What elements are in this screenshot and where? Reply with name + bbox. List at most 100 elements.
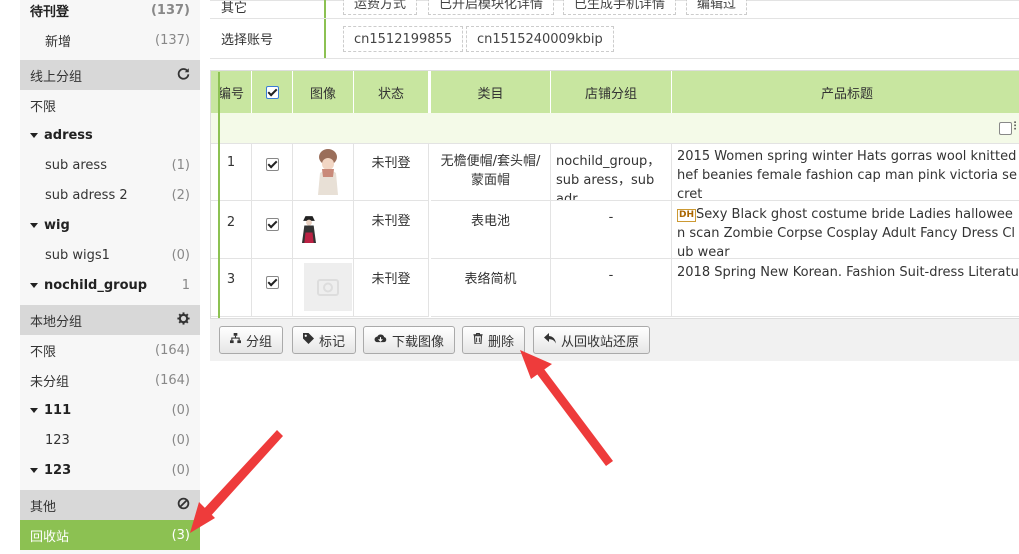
mark-button[interactable]: 标记 bbox=[292, 326, 357, 354]
row-checkbox-cell[interactable] bbox=[252, 259, 293, 317]
col-header-image: 图像 bbox=[293, 71, 354, 113]
col-header-category: 类目 bbox=[431, 71, 551, 113]
cell-image[interactable] bbox=[293, 259, 354, 317]
product-table: 编号 图像 状态 类目 店铺分组 产品标题 ⁝ 1 未刊登 无檐便帽/套头帽/蒙… bbox=[210, 70, 1019, 360]
sidebar-item-new[interactable]: 新增 (137) bbox=[20, 25, 200, 55]
sidebar-item-label: adress bbox=[44, 127, 93, 143]
section-title: 其他 bbox=[30, 499, 57, 515]
sidebar-item-ungrouped[interactable]: 未分组 (164) bbox=[20, 365, 200, 395]
sidebar-item-count: 1 bbox=[181, 277, 190, 293]
sidebar-item-to-list[interactable]: 待刊登 (137) bbox=[20, 0, 200, 25]
row-checkbox[interactable] bbox=[265, 158, 279, 171]
sidebar-item-local-unlimited[interactable]: 不限 (164) bbox=[20, 335, 200, 365]
sidebar-item-adress[interactable]: adress bbox=[20, 120, 200, 150]
account-tag[interactable]: cn1515240009kbip bbox=[466, 26, 614, 52]
filter-label: 选择账号 bbox=[210, 19, 326, 58]
restore-button[interactable]: 从回收站还原 bbox=[533, 326, 651, 354]
product-thumbnail[interactable] bbox=[304, 147, 352, 195]
table-filter-row: ⁝ bbox=[211, 113, 1019, 144]
filter-tag[interactable]: 编辑过 bbox=[686, 0, 748, 15]
trash-icon bbox=[473, 332, 483, 347]
image-placeholder-icon[interactable] bbox=[304, 263, 352, 311]
sidebar: 待刊登 (137) 新增 (137) 线上分组 不限 adress sub ar… bbox=[20, 0, 200, 554]
group-button[interactable]: 分组 bbox=[219, 326, 284, 354]
row-checkbox[interactable] bbox=[265, 276, 279, 289]
col-header-title: 产品标题 bbox=[672, 71, 1019, 113]
button-label: 分组 bbox=[246, 334, 273, 350]
filter-tag[interactable]: 运费方式 bbox=[343, 0, 418, 15]
sidebar-item-123-sub[interactable]: 123 (0) bbox=[20, 425, 200, 455]
filter-tag[interactable]: 已生成手机详情 bbox=[563, 0, 677, 15]
caret-down-icon[interactable] bbox=[30, 222, 38, 228]
sidebar-item-count: (1) bbox=[171, 157, 190, 173]
sidebar-item-recycle-bin[interactable]: 回收站 (3) bbox=[20, 520, 200, 550]
delete-button[interactable]: 删除 bbox=[462, 326, 526, 354]
sidebar-item-label: 123 bbox=[45, 432, 70, 448]
cell-shop-group: - bbox=[551, 259, 672, 317]
dh-badge: DH bbox=[677, 209, 697, 222]
button-label: 标记 bbox=[319, 334, 346, 350]
sidebar-item-label: sub adress 2 bbox=[45, 187, 128, 203]
sidebar-item-nochild-group[interactable]: nochild_group 1 bbox=[20, 270, 200, 300]
cell-status: 未刊登 bbox=[354, 259, 429, 317]
filter-row-account: 选择账号 cn1512199855 cn1515240009kbip bbox=[210, 19, 1019, 59]
sidebar-item-label: sub aress bbox=[45, 157, 107, 173]
download-images-button[interactable]: 下载图像 bbox=[363, 326, 456, 354]
cell-category: 表电池 bbox=[431, 201, 551, 259]
sidebar-item-label: 不限 bbox=[30, 99, 57, 115]
column-divider bbox=[218, 72, 220, 318]
sidebar-item-wig[interactable]: wig bbox=[20, 210, 200, 240]
sidebar-item-sub-adress-2[interactable]: sub adress 2 (2) bbox=[20, 180, 200, 210]
sidebar-item-label: 不限 bbox=[30, 344, 57, 360]
sidebar-item-label: 待刊登 bbox=[30, 4, 70, 20]
cell-image[interactable] bbox=[293, 201, 354, 259]
sidebar-item-label: 未分组 bbox=[30, 374, 70, 390]
annotation-arrow-recycle bbox=[190, 430, 283, 533]
title-text: Sexy Black ghost costume bride Ladies ha… bbox=[677, 207, 1016, 259]
sidebar-item-label: sub wigs1 bbox=[45, 247, 110, 263]
col-header-shop-group: 店铺分组 bbox=[551, 71, 672, 113]
caret-down-icon[interactable] bbox=[30, 132, 38, 138]
product-thumbnail[interactable] bbox=[295, 205, 323, 253]
cell-shop-group: nochild_group，sub aress，sub adr bbox=[551, 143, 672, 201]
local-groups-header: 本地分组 bbox=[20, 305, 200, 335]
caret-down-icon[interactable] bbox=[30, 282, 38, 288]
gear-icon[interactable] bbox=[177, 311, 200, 329]
sidebar-item-123[interactable]: 123 (0) bbox=[20, 455, 200, 485]
sidebar-item-count: (0) bbox=[171, 247, 190, 263]
sidebar-item-unlimited[interactable]: 不限 bbox=[20, 90, 200, 120]
cell-image[interactable] bbox=[293, 143, 354, 201]
sidebar-item-count: (0) bbox=[171, 432, 190, 448]
sidebar-item-label: 111 bbox=[44, 402, 72, 418]
refresh-icon[interactable] bbox=[177, 67, 200, 84]
section-title: 线上分组 bbox=[30, 69, 83, 85]
sidebar-item-count: (0) bbox=[171, 402, 190, 418]
row-checkbox-cell[interactable] bbox=[252, 201, 293, 259]
sidebar-item-count: (164) bbox=[155, 372, 190, 388]
row-checkbox[interactable] bbox=[265, 218, 279, 231]
ban-icon[interactable] bbox=[177, 497, 200, 514]
sidebar-item-111[interactable]: 111 (0) bbox=[20, 395, 200, 425]
button-label: 从回收站还原 bbox=[561, 334, 640, 350]
caret-down-icon[interactable] bbox=[30, 407, 38, 413]
filter-label: 其它 bbox=[210, 0, 326, 18]
cell-shop-group: - bbox=[551, 201, 672, 259]
sidebar-item-sub-wigs1[interactable]: sub wigs1 (0) bbox=[20, 240, 200, 270]
caret-down-icon[interactable] bbox=[30, 467, 38, 473]
sidebar-item-count: (3) bbox=[171, 527, 190, 543]
sidebar-item-sub-aress[interactable]: sub aress (1) bbox=[20, 150, 200, 180]
select-all-checkbox[interactable] bbox=[265, 85, 279, 99]
cell-title: 2015 Women spring winter Hats gorras woo… bbox=[672, 143, 1019, 201]
account-tag[interactable]: cn1512199855 bbox=[343, 26, 464, 52]
sidebar-item-label: wig bbox=[44, 217, 70, 233]
sidebar-item-label: 123 bbox=[44, 462, 72, 478]
filter-tag[interactable]: 已开启模块化详情 bbox=[428, 0, 555, 15]
sidebar-item-count: (164) bbox=[155, 342, 190, 358]
reply-icon bbox=[544, 333, 556, 347]
filter-checkbox[interactable] bbox=[999, 122, 1012, 135]
sidebar-item-label: 回收站 bbox=[30, 529, 70, 545]
col-header-select-all[interactable] bbox=[252, 71, 293, 113]
cell-title: 2018 Spring New Korean. Fashion Suit-dre… bbox=[672, 259, 1019, 317]
cell-category: 表络简机 bbox=[431, 259, 551, 317]
row-checkbox-cell[interactable] bbox=[252, 143, 293, 201]
